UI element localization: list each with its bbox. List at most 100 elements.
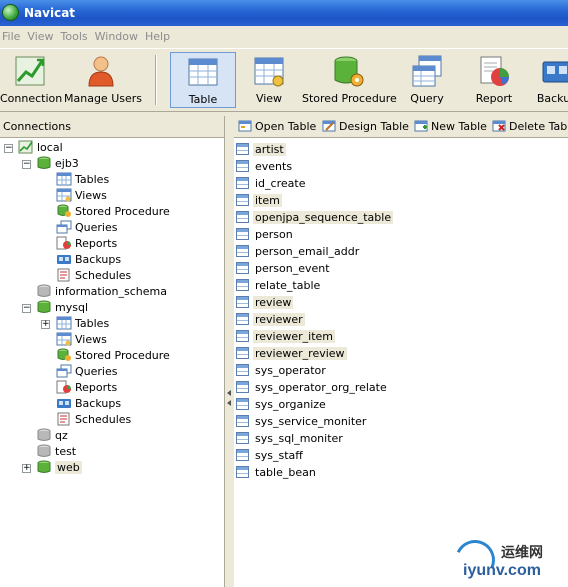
table-icon: [236, 194, 249, 206]
table-item-review[interactable]: review: [236, 294, 294, 311]
watermark-en-text: iyunv.com: [463, 562, 541, 579]
delete-table-icon: [492, 120, 506, 132]
tree-ejb3-tables[interactable]: Tables: [56, 172, 109, 188]
table-item-person-email-addr[interactable]: person_email_addr: [236, 243, 361, 260]
report-button[interactable]: Report: [470, 52, 518, 108]
tree-mysql-queries[interactable]: Queries: [56, 364, 117, 380]
main-toolbar: Connection Manage Users Table View Store…: [0, 48, 568, 112]
tree-ejb3-reports[interactable]: Reports: [56, 236, 117, 252]
tree-label-backups: Backups: [75, 397, 122, 410]
tree-label-tables: Tables: [75, 317, 110, 330]
table-item-reviewer-item[interactable]: reviewer_item: [236, 328, 336, 345]
database-open-icon: [37, 300, 51, 313]
tree-db-information-schema[interactable]: information_schema: [36, 284, 167, 300]
tree-mysql-views[interactable]: Views: [56, 332, 107, 348]
tree-label-views: Views: [75, 333, 107, 346]
connection-icon: [15, 56, 45, 86]
table-item-item[interactable]: item: [236, 192, 282, 209]
table-item-sys-staff[interactable]: sys_staff: [236, 447, 305, 464]
collapse-left-arrow-icon[interactable]: [227, 400, 231, 406]
tree-mysql-backups[interactable]: Backups: [56, 396, 121, 412]
table-item-relate-table[interactable]: relate_table: [236, 277, 322, 294]
table-icon: [236, 449, 249, 461]
new-table-icon: [414, 120, 428, 132]
connections-panel: Connections − local − ejb3 Tables Views …: [0, 116, 225, 587]
open-table-button[interactable]: Open Table: [238, 119, 316, 135]
query-icon: [412, 55, 442, 87]
table-item-openjpa-sequence-table[interactable]: openjpa_sequence_table: [236, 209, 394, 226]
tree-mysql-stored-procedure[interactable]: Stored Procedure: [56, 348, 170, 364]
table-icon: [236, 143, 249, 155]
menu-file[interactable]: File: [0, 26, 25, 48]
tree-label-backups: Backups: [75, 253, 122, 266]
watermark-cn-text: 运维网: [501, 545, 543, 561]
new-table-button[interactable]: New Table: [414, 119, 487, 135]
table-item-person[interactable]: person: [236, 226, 295, 243]
tree-ejb3-views[interactable]: Views: [56, 188, 107, 204]
menu-view[interactable]: View: [25, 26, 58, 48]
menu-window[interactable]: Window: [93, 26, 143, 48]
expand-mysql-tables-toggle[interactable]: +: [41, 320, 50, 329]
table-icon: [236, 296, 249, 308]
tree-label-queries: Queries: [75, 221, 118, 234]
design-table-button[interactable]: Design Table: [322, 119, 409, 135]
object-toolbar: Open Table Design Table New Table Delete…: [234, 116, 568, 138]
table-item-events[interactable]: events: [236, 158, 294, 175]
table-item-sys-organize[interactable]: sys_organize: [236, 396, 328, 413]
database-open-icon: [37, 156, 51, 169]
tree-db-ejb3[interactable]: ejb3: [36, 156, 79, 172]
menu-tools[interactable]: Tools: [59, 26, 93, 48]
tree-mysql-reports[interactable]: Reports: [56, 380, 117, 396]
expand-web-toggle[interactable]: +: [22, 464, 31, 473]
table-item-artist[interactable]: artist: [236, 141, 286, 158]
tree-db-qz[interactable]: qz: [36, 428, 68, 444]
view-button[interactable]: View: [244, 52, 294, 108]
connection-local-icon: [18, 140, 33, 154]
stored-procedure-button[interactable]: Stored Procedure: [302, 52, 397, 108]
delete-table-button[interactable]: Delete Table: [492, 119, 568, 135]
report-label: Report: [475, 92, 513, 105]
table-item-sys-service-moniter[interactable]: sys_service_moniter: [236, 413, 368, 430]
menu-help[interactable]: Help: [143, 26, 175, 48]
collapse-local-toggle[interactable]: −: [4, 144, 13, 153]
table-button[interactable]: Table: [170, 52, 236, 108]
tables-icon: [56, 316, 72, 330]
tree-ejb3-queries[interactable]: Queries: [56, 220, 117, 236]
query-label: Query: [410, 92, 444, 105]
table-item-person-event[interactable]: person_event: [236, 260, 332, 277]
tree-ejb3-backups[interactable]: Backups: [56, 252, 121, 268]
tree-mysql-tables[interactable]: Tables: [56, 316, 109, 332]
table-item-reviewer[interactable]: reviewer: [236, 311, 305, 328]
collapse-mysql-toggle[interactable]: −: [22, 304, 31, 313]
query-button[interactable]: Query: [404, 52, 450, 108]
toolbar-separator: [155, 55, 157, 105]
queries-icon: [56, 220, 72, 234]
table-item-sys-sql-moniter[interactable]: sys_sql_moniter: [236, 430, 345, 447]
backup-label: Backup: [536, 92, 568, 105]
panel-splitter[interactable]: [225, 116, 234, 587]
backup-button[interactable]: Backup: [534, 52, 568, 108]
tree-ejb3-stored-procedure[interactable]: Stored Procedure: [56, 204, 170, 220]
tree-mysql-schedules[interactable]: Schedules: [56, 412, 131, 428]
table-icon: [236, 432, 249, 444]
tree-db-test[interactable]: test: [36, 444, 76, 460]
connection-button[interactable]: Connection: [0, 52, 62, 108]
table-item-sys-operator[interactable]: sys_operator: [236, 362, 328, 379]
table-item-reviewer-review[interactable]: reviewer_review: [236, 345, 347, 362]
tree-ejb3-schedules[interactable]: Schedules: [56, 268, 131, 284]
table-icon: [236, 245, 249, 257]
view-label: View: [255, 92, 283, 105]
tree-db-web[interactable]: web: [36, 460, 82, 476]
collapse-left-arrow-icon[interactable]: [227, 390, 231, 396]
navicat-app-icon: [2, 4, 19, 21]
table-item-table-bean[interactable]: table_bean: [236, 464, 318, 481]
tree-db-mysql[interactable]: mysql: [36, 300, 88, 316]
table-icon: [236, 415, 249, 427]
backup-icon: [542, 61, 568, 83]
table-icon: [236, 347, 249, 359]
table-item-sys-operator-org-relate[interactable]: sys_operator_org_relate: [236, 379, 389, 396]
tree-item-local[interactable]: local: [18, 140, 63, 156]
manage-users-button[interactable]: Manage Users: [64, 52, 142, 108]
collapse-ejb3-toggle[interactable]: −: [22, 160, 31, 169]
table-item-id-create[interactable]: id_create: [236, 175, 307, 192]
